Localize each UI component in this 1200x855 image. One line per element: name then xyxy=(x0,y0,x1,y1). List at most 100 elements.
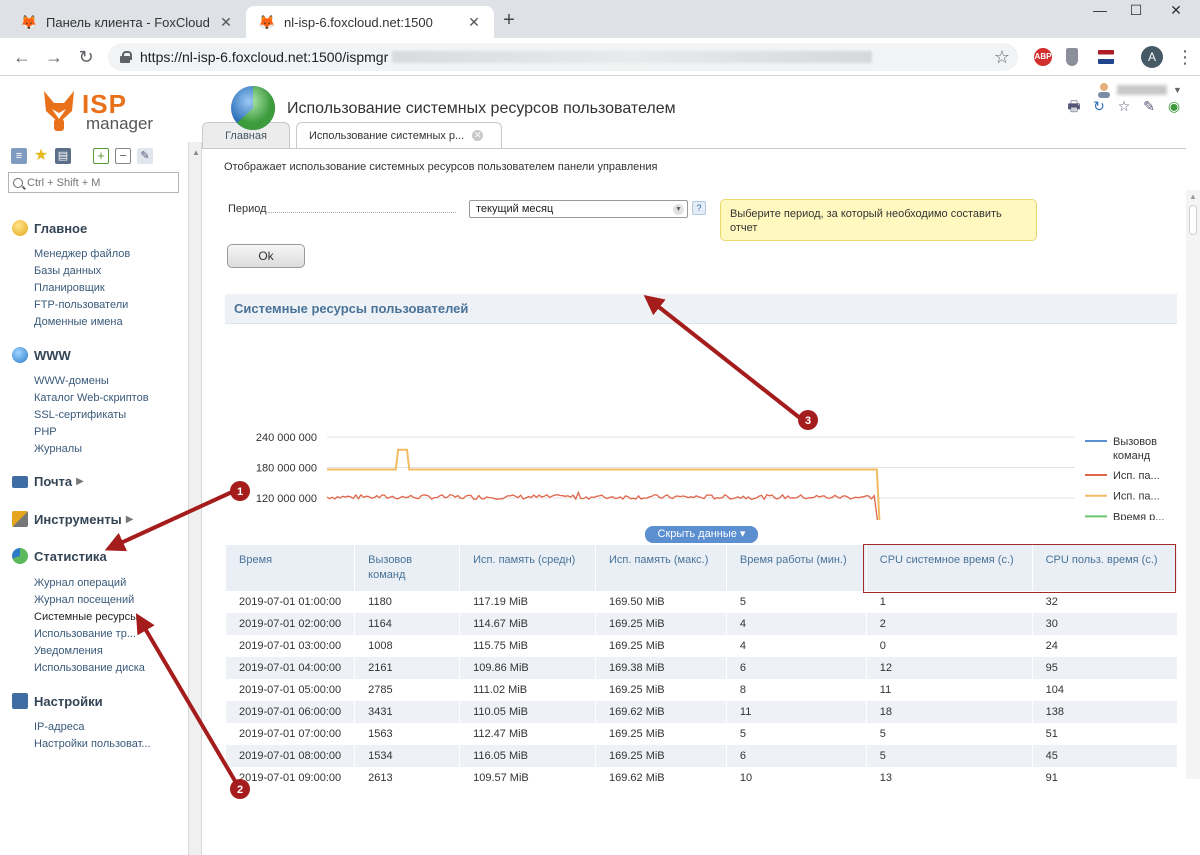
sidebar-group-tools[interactable]: Инструменты ▶ xyxy=(12,511,134,527)
shield-extension-icon[interactable] xyxy=(1066,48,1078,66)
collapse-all-icon[interactable]: − xyxy=(115,148,131,164)
sidebar-item-ssl[interactable]: SSL-сертификаты xyxy=(34,409,126,421)
sidebar-item-ftp-users[interactable]: FTP-пользователи xyxy=(34,299,128,311)
table-cell: 6 xyxy=(725,745,867,767)
tab-system-resources[interactable]: Использование системных р... ✕ xyxy=(296,122,502,148)
help-icon[interactable]: ? xyxy=(692,201,706,215)
chevron-down-icon[interactable]: ▼ xyxy=(673,204,684,215)
sidebar-item-user-settings[interactable]: Настройки пользоват... xyxy=(34,738,151,750)
sidebar-item-ip-addresses[interactable]: IP-адреса xyxy=(34,721,84,733)
collapse-sidebar-icon[interactable]: ▲ xyxy=(192,148,200,157)
chevron-right-icon: ▶ xyxy=(125,513,134,525)
sidebar-group-main[interactable]: Главное xyxy=(12,220,87,236)
period-label: Период xyxy=(228,203,267,215)
table-row[interactable]: 2019-07-01 05:00:00 2785 111.02 MiB 169.25 … xyxy=(224,679,1177,701)
print-icon[interactable]: 🖶 xyxy=(1066,98,1082,114)
content-scrollbar[interactable]: ▲ xyxy=(1186,190,1200,779)
table-cell: 2785 xyxy=(354,679,460,701)
browser-tab-client-panel[interactable]: 🦊 Панель клиента - FoxCloud ✕ xyxy=(8,6,246,38)
sidebar-item-traffic-usage[interactable]: Использование тр... xyxy=(34,628,136,640)
menu-search-input[interactable] xyxy=(23,176,163,189)
new-tab-button[interactable]: + xyxy=(498,10,520,32)
sidebar-toolbar: ≡ ★ ▤ + − ✎ xyxy=(11,148,153,164)
modules-icon[interactable]: ▤ xyxy=(55,148,71,164)
reload-icon[interactable]: ↻ xyxy=(74,46,98,68)
tree-view-icon[interactable]: ≡ xyxy=(11,148,27,164)
close-tab-icon[interactable]: ✕ xyxy=(472,130,484,141)
period-hint-tooltip: Выберите период, за который необходимо с… xyxy=(720,199,1037,241)
table-row[interactable]: 2019-07-01 03:00:00 1008 115.75 MiB 169.25 … xyxy=(224,635,1177,657)
table-cell: 10 xyxy=(725,767,867,789)
sidebar-splitter[interactable]: ▲ xyxy=(188,142,202,855)
sidebar-item-php[interactable]: PHP xyxy=(34,426,57,438)
sidebar-item-visits-log[interactable]: Журнал посещений xyxy=(34,594,134,606)
browser-tab-ispmanager[interactable]: 🦊 nl-isp-6.foxcloud.net:1500 ✕ xyxy=(246,6,494,38)
sidebar-item-scheduler[interactable]: Планировщик xyxy=(34,282,105,294)
table-row[interactable]: 2019-07-01 09:00:00 2613 109.57 MiB 169.62 … xyxy=(224,767,1177,789)
ok-button[interactable]: Ok xyxy=(227,244,305,268)
refresh-icon[interactable]: ↻ xyxy=(1091,98,1107,114)
sidebar-item-web-scripts[interactable]: Каталог Web-скриптов xyxy=(34,392,149,404)
column-header[interactable]: Время работы (мин.) xyxy=(725,545,867,591)
table-row[interactable]: 2019-07-01 01:00:00 1180 117.19 MiB 169.50 … xyxy=(224,591,1177,613)
adblock-icon[interactable]: ABP xyxy=(1034,48,1052,66)
close-tab-icon[interactable]: ✕ xyxy=(218,14,234,31)
table-cell: 114.67 MiB xyxy=(459,613,596,635)
ispmanager-favicon-icon: 🦊 xyxy=(258,14,276,30)
help-globe-icon[interactable]: ◉ xyxy=(1166,98,1182,114)
sidebar-group-mail[interactable]: Почта ▶ xyxy=(12,474,84,489)
sidebar-item-logs[interactable]: Журналы xyxy=(34,443,82,455)
flag-extension-icon[interactable] xyxy=(1098,50,1114,64)
minimize-window-icon[interactable]: — xyxy=(1080,2,1120,24)
back-icon[interactable]: ← xyxy=(10,46,34,68)
table-cell: 2019-07-01 07:00:00 xyxy=(224,723,355,745)
menu-search[interactable] xyxy=(8,172,179,193)
table-row[interactable]: 2019-07-01 06:00:00 3431 110.05 MiB 169.62 … xyxy=(224,701,1177,723)
pin-icon[interactable]: ✎ xyxy=(1141,98,1157,114)
sidebar-item-notifications[interactable]: Уведомления xyxy=(34,645,103,657)
ispmanager-logo[interactable]: ISP manager xyxy=(40,89,160,134)
column-header[interactable]: Вызовов команд xyxy=(354,545,460,591)
address-bar[interactable]: https://nl-isp-6.foxcloud.net:1500/ispmg… xyxy=(108,43,1018,71)
sidebar-item-www-domains[interactable]: WWW-домены xyxy=(34,375,109,387)
sidebar-item-file-manager[interactable]: Менеджер файлов xyxy=(34,248,130,260)
browser-menu-icon[interactable]: ⋮ xyxy=(1176,46,1194,68)
hide-data-button[interactable]: Скрыть данные ▾ xyxy=(645,526,758,543)
table-cell: 112.47 MiB xyxy=(459,723,596,745)
app-tabs: Главная Использование системных р... ✕ xyxy=(202,120,1200,148)
table-row[interactable]: 2019-07-01 04:00:00 2161 109.86 MiB 169.38 … xyxy=(224,657,1177,679)
sidebar-item-disk-usage[interactable]: Использование диска xyxy=(34,662,145,674)
sidebar-item-system-resources[interactable]: Системные ресурсы xyxy=(34,611,138,623)
close-window-icon[interactable]: ✕ xyxy=(1156,2,1196,24)
scroll-up-icon[interactable]: ▲ xyxy=(1189,192,1197,201)
sidebar-item-domains[interactable]: Доменные имена xyxy=(34,316,123,328)
user-menu[interactable]: ▼ xyxy=(1097,82,1182,98)
bookmark-star-icon[interactable]: ☆ xyxy=(994,47,1010,68)
sidebar-item-operations-log[interactable]: Журнал операций xyxy=(34,577,126,589)
table-cell: 2019-07-01 05:00:00 xyxy=(224,679,355,701)
close-tab-icon[interactable]: ✕ xyxy=(466,14,482,31)
scrollbar-thumb[interactable] xyxy=(1189,205,1197,235)
favorite-star-icon[interactable]: ☆ xyxy=(1116,98,1132,114)
sidebar-group-statistics[interactable]: Статистика xyxy=(12,548,107,564)
sidebar-group-www[interactable]: WWW xyxy=(12,347,71,363)
table-row[interactable]: 2019-07-01 08:00:00 1534 116.05 MiB 169.25 … xyxy=(224,745,1177,767)
profile-avatar[interactable]: A xyxy=(1141,46,1163,68)
pin-icon[interactable]: ✎ xyxy=(137,148,153,164)
table-body: 2019-07-01 01:00:00 1180 117.19 MiB 169.50 … xyxy=(224,591,1177,789)
sidebar-item-databases[interactable]: Базы данных xyxy=(34,265,101,277)
table-cell: 4 xyxy=(725,613,867,635)
expand-all-icon[interactable]: + xyxy=(93,148,109,164)
column-header[interactable]: Время xyxy=(224,545,355,591)
period-select[interactable]: текущий месяц ▼ xyxy=(469,200,688,218)
table-cell: 2019-07-01 08:00:00 xyxy=(224,745,355,767)
column-header[interactable]: Исп. память (средн) xyxy=(459,545,596,591)
sidebar-group-settings[interactable]: Настройки xyxy=(12,693,103,709)
main-group-icon xyxy=(12,220,28,236)
table-row[interactable]: 2019-07-01 07:00:00 1563 112.47 MiB 169.25 … xyxy=(224,723,1177,745)
forward-icon[interactable]: → xyxy=(42,46,66,68)
maximize-window-icon[interactable]: ☐ xyxy=(1116,2,1156,24)
column-header[interactable]: Исп. память (макс.) xyxy=(595,545,727,591)
favorites-star-icon[interactable]: ★ xyxy=(33,148,49,164)
table-row[interactable]: 2019-07-01 02:00:00 1164 114.67 MiB 169.25 … xyxy=(224,613,1177,635)
